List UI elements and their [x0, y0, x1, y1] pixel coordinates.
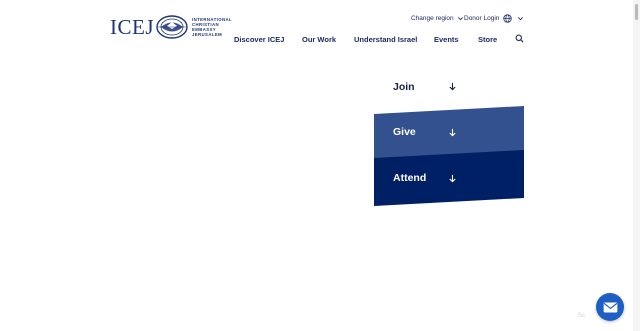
arrow-down-icon: [449, 82, 456, 91]
attend-cta[interactable]: Attend: [374, 152, 524, 202]
nav-store[interactable]: Store: [478, 35, 497, 44]
envelope-icon: [603, 301, 617, 313]
page-scrollbar[interactable]: [633, 0, 640, 331]
chevron-down-icon: [518, 17, 523, 21]
give-label: Give: [393, 126, 416, 138]
arrow-down-icon: [449, 174, 456, 183]
globe-icon: [503, 14, 512, 23]
language-selector[interactable]: [503, 14, 524, 23]
widget-watermark: Sc: [578, 313, 585, 319]
nav-understand-israel[interactable]: Understand Israel: [354, 35, 417, 44]
watermark-text: Sc: [578, 313, 586, 319]
arrow-down-icon: [449, 128, 456, 137]
main-nav: Discover ICEJ Our Work Understand Israel…: [0, 34, 640, 45]
give-cta[interactable]: Give: [374, 106, 524, 156]
nav-events[interactable]: Events: [434, 35, 459, 44]
nav-discover-icej[interactable]: Discover ICEJ: [234, 35, 284, 44]
donor-login-link[interactable]: Donor Login: [464, 15, 499, 22]
change-region-dropdown[interactable]: Change region: [411, 15, 464, 22]
search-icon[interactable]: [515, 34, 524, 43]
scrollbar-thumb[interactable]: [635, 4, 638, 20]
attend-label: Attend: [393, 172, 427, 184]
utility-bar: Change region Donor Login: [411, 14, 523, 23]
join-cta[interactable]: Join: [374, 77, 524, 97]
join-label: Join: [393, 81, 415, 93]
logo-tagline: INTERNATIONAL CHRISTIAN EMBASSY JERUSALE…: [192, 17, 232, 37]
change-region-label: Change region: [411, 15, 454, 22]
nav-our-work[interactable]: Our Work: [302, 35, 336, 44]
chat-widget-button[interactable]: [596, 293, 624, 321]
chevron-down-icon: [457, 17, 463, 21]
